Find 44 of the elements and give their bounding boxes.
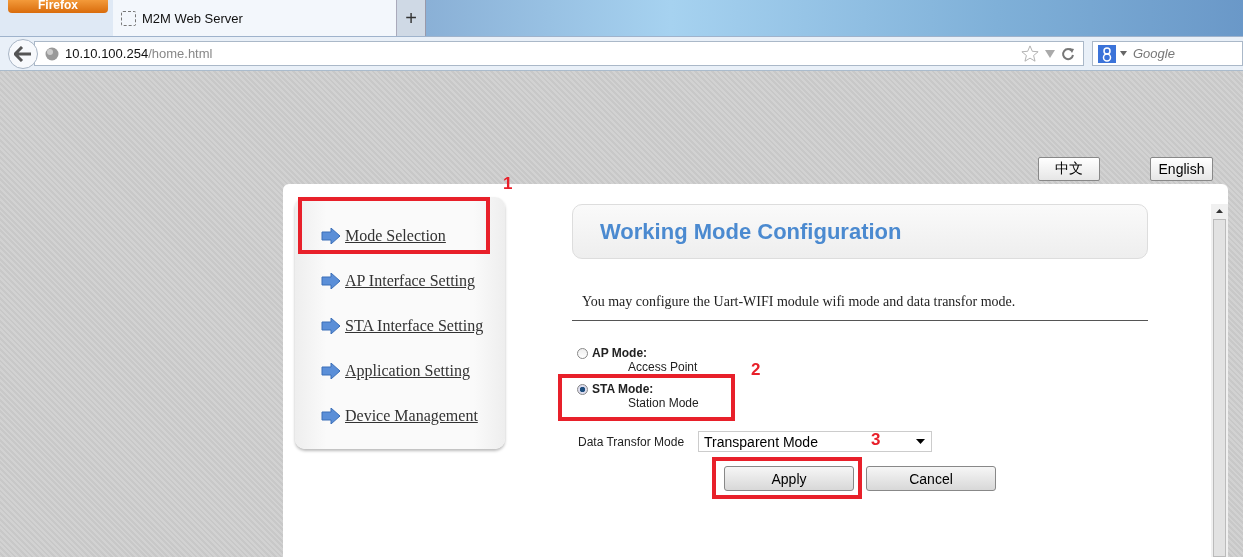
mode-label: STA Mode: <box>592 382 655 396</box>
arrow-icon <box>321 363 341 379</box>
back-arrow-icon <box>14 45 32 62</box>
sidebar-link[interactable]: STA Interface Setting <box>321 313 505 339</box>
apply-button[interactable]: Apply <box>724 466 854 491</box>
step-number: 2 <box>751 360 761 380</box>
radio-button[interactable] <box>577 384 588 395</box>
back-button[interactable] <box>8 38 38 69</box>
sidebar-link[interactable]: AP Interface Setting <box>321 268 505 294</box>
arrow-icon <box>321 228 341 244</box>
mode-description: Access Point <box>627 360 698 374</box>
search-bar[interactable]: Google <box>1092 41 1243 66</box>
url-text: 10.10.100.254/home.html <box>65 46 213 61</box>
mode-label: AP Mode: <box>592 346 649 360</box>
radio-button[interactable] <box>577 348 588 359</box>
arrow-icon <box>321 318 341 334</box>
step-number: 3 <box>871 430 881 450</box>
scroll-up-icon[interactable] <box>1216 209 1223 213</box>
description: You may configure the Uart-WIFI module wifi mode and data transfor mode. <box>572 294 1148 321</box>
sidebar-link[interactable]: Mode Selection <box>321 223 505 249</box>
page-title: Working Mode Configuration <box>600 218 902 245</box>
cancel-button[interactable]: Cancel <box>866 466 996 491</box>
arrow-icon <box>321 408 341 424</box>
sidebar-link[interactable]: Application Setting <box>321 358 505 384</box>
address-bar[interactable]: 10.10.100.254/home.html <box>34 41 1084 66</box>
dropdown-icon[interactable] <box>1120 51 1127 56</box>
globe-icon <box>45 46 59 61</box>
page-icon <box>121 10 136 26</box>
search-engine-icon <box>1098 44 1116 63</box>
sidebar-link[interactable]: Device Management <box>321 403 505 429</box>
language-button[interactable]: English <box>1150 157 1213 181</box>
arrow-icon <box>321 273 341 289</box>
tab-title: M2M Web Server <box>142 10 243 26</box>
scrollbar[interactable] <box>1211 204 1228 557</box>
reload-icon[interactable] <box>1061 46 1075 61</box>
field-label: Data Transfor Mode <box>578 434 685 449</box>
new-tab-button[interactable]: + <box>397 0 426 36</box>
mode-description: Station Mode <box>627 396 699 410</box>
caret-icon <box>916 439 926 444</box>
language-button[interactable]: 中文 <box>1038 157 1100 181</box>
browser-tab[interactable]: M2M Web Server <box>113 0 397 36</box>
scroll-thumb[interactable] <box>1213 219 1226 557</box>
step-number: 1 <box>503 174 513 194</box>
star-icon[interactable] <box>1021 44 1039 63</box>
